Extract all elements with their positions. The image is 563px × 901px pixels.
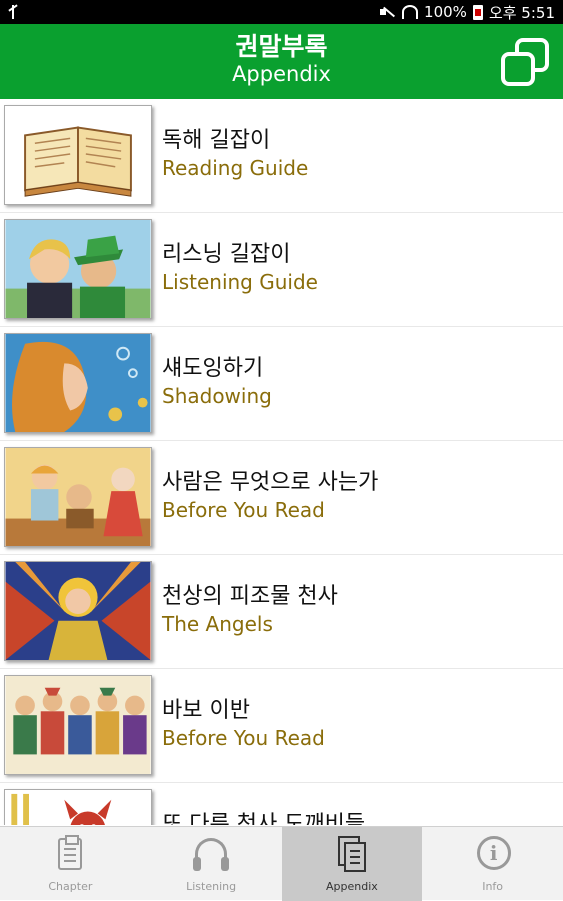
tab-appendix[interactable]: Appendix [281, 827, 423, 901]
page-title: 권말부록 [235, 32, 328, 61]
battery-icon [472, 4, 483, 20]
open-book-thumbnail [4, 105, 152, 205]
item-subtitle: Reading Guide [162, 156, 309, 180]
mute-icon [380, 5, 396, 19]
status-bar: 100% 오후 5:51 [0, 0, 563, 24]
list-item[interactable]: 리스닝 길잡이 Listening Guide [0, 213, 563, 327]
usb-icon [12, 5, 28, 19]
copy-icon[interactable] [501, 38, 551, 88]
item-subtitle: Listening Guide [162, 270, 318, 294]
item-title: 바보 이반 [162, 698, 250, 723]
headphones-icon [191, 834, 231, 874]
crowd-thumbnail [4, 675, 152, 775]
tab-label: Chapter [48, 880, 93, 893]
list-item[interactable]: 사람은 무엇으로 사는가 Before You Read [0, 441, 563, 555]
app-header: 권말부록 Appendix [0, 24, 563, 99]
clock: 오후 5:51 [488, 3, 555, 22]
tab-label: Info [482, 880, 504, 893]
tab-chapter[interactable]: Chapter [0, 827, 141, 901]
tab-label: Appendix [325, 880, 378, 893]
wifi-icon [402, 5, 419, 19]
two-boys-thumbnail [4, 219, 152, 319]
list-item[interactable]: 또 다른 천사 도깨비들 [0, 783, 563, 825]
item-title: 또 다른 천사 도깨비들 [162, 812, 366, 825]
item-title: 독해 길잡이 [162, 128, 271, 153]
page-subtitle: Appendix [232, 62, 331, 86]
item-subtitle: Before You Read [162, 726, 325, 750]
devil-thumbnail [4, 789, 152, 825]
tab-info[interactable]: i Info [422, 827, 563, 901]
list-item[interactable]: 바보 이반 Before You Read [0, 669, 563, 783]
item-title: 천상의 피조물 천사 [162, 584, 338, 609]
list-item[interactable]: 독해 길잡이 Reading Guide [0, 99, 563, 213]
clipboard-icon [50, 834, 90, 874]
tab-label: Listening [186, 880, 237, 893]
girl-underwater-thumbnail [4, 333, 152, 433]
tab-listening[interactable]: Listening [141, 827, 282, 901]
list-item[interactable]: 천상의 피조물 천사 The Angels [0, 555, 563, 669]
item-title: 사람은 무엇으로 사는가 [162, 470, 379, 495]
appendix-list: 독해 길잡이 Reading Guide 리스닝 길잡이 Listening G… [0, 99, 563, 825]
item-subtitle: Before You Read [162, 498, 325, 522]
angel-window-thumbnail [4, 561, 152, 661]
item-subtitle: The Angels [162, 612, 273, 636]
item-subtitle: Shadowing [162, 384, 272, 408]
list-item[interactable]: 섀도잉하기 Shadowing [0, 327, 563, 441]
battery-percent: 100% [424, 3, 467, 21]
item-title: 리스닝 길잡이 [162, 242, 291, 267]
info-icon: i [473, 834, 513, 874]
pages-icon [332, 834, 372, 874]
bottom-nav: Chapter Listening Appendix i Info [0, 826, 563, 901]
shoemaker-thumbnail [4, 447, 152, 547]
item-title: 섀도잉하기 [162, 356, 264, 381]
